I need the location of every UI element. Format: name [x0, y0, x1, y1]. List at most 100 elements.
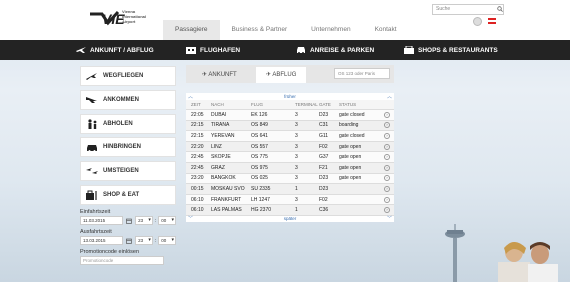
transfer-icon — [86, 167, 98, 174]
cell-flight: OS 557 — [251, 143, 268, 150]
sidebar-item-ankommen[interactable]: ANKOMMEN — [80, 89, 176, 110]
table-row[interactable]: 22:45 GRAZ OS 975 3 F21 gate open › — [186, 161, 394, 173]
landing-icon — [86, 97, 97, 104]
cell-time: 22:15 — [191, 132, 204, 139]
later-button[interactable]: ﹀ später ﹀ — [186, 214, 394, 222]
table-row[interactable]: 23:20 BANGKOK OS 025 3 D23 gate open › — [186, 172, 394, 184]
cell-flight: OS 025 — [251, 175, 268, 182]
einfahrt-row: 11.03.2015 23 : 00 — [80, 216, 176, 226]
cell-dest: FRANKFURT — [211, 196, 242, 203]
search-icon[interactable] — [497, 6, 503, 12]
nav-ankunft-abflug[interactable]: ANKUNFT / ABFLUG — [76, 40, 154, 60]
tab-passagiere[interactable]: Passagiere — [163, 20, 220, 40]
details-button[interactable]: › — [381, 207, 393, 214]
cell-flight: HG 2370 — [251, 207, 272, 214]
later-label: später — [283, 216, 297, 222]
nav-label: SHOPS & RESTAURANTS — [418, 46, 498, 54]
austria-flag-icon[interactable] — [488, 18, 496, 24]
nav-flughafen[interactable]: FLUGHAFEN — [186, 40, 240, 60]
sidebar-item-umsteigen[interactable]: UMSTEIGEN — [80, 161, 176, 182]
search-input[interactable]: Suche — [432, 4, 504, 15]
cell-dest: LAS PALMAS — [211, 207, 242, 214]
cell-terminal: 3 — [295, 122, 298, 129]
calendar-icon[interactable] — [126, 238, 132, 244]
details-button[interactable]: › — [381, 111, 393, 118]
ausfahrt-date-input[interactable]: 13.03.2015 — [80, 236, 124, 246]
tab-label: ABFLUG — [272, 72, 297, 78]
details-button[interactable]: › — [381, 143, 393, 150]
details-button[interactable]: › — [381, 196, 393, 203]
einfahrt-hour-select[interactable]: 23 — [135, 216, 153, 226]
shop-icon — [404, 46, 414, 54]
nav-anreise-parken[interactable]: ANREISE & PARKEN — [296, 40, 374, 60]
time-separator: : — [154, 237, 157, 244]
cell-flight: OS 849 — [251, 122, 268, 129]
promo-code-input[interactable]: Promotioncode — [80, 255, 164, 265]
details-button[interactable]: › — [381, 185, 393, 192]
chevron-up-icon: ︿ — [386, 94, 392, 100]
details-button[interactable]: › — [381, 154, 393, 161]
cell-dest: DUBAI — [211, 111, 227, 118]
table-row[interactable]: 22:05 DUBAI EK 126 3 D23 gate closed › — [186, 109, 394, 120]
logo-sub-line: Airport — [122, 19, 136, 24]
details-button[interactable]: › — [381, 164, 393, 171]
column-header: FLUG — [251, 102, 264, 107]
table-row[interactable]: 22:15 TIRANA OS 849 3 C31 boarding › — [186, 119, 394, 131]
cell-dest: YEREVAN — [211, 132, 235, 139]
flight-search-input[interactable]: OS 123 oder Paris — [334, 68, 390, 79]
pickup-icon — [88, 118, 97, 129]
earlier-label: früher — [284, 94, 296, 99]
car-icon — [297, 47, 305, 54]
table-row[interactable]: 00:15 MOSKAU SVO SU 2335 1 D23 › — [186, 183, 394, 194]
einfahrt-minute-select[interactable]: 00 — [158, 216, 176, 226]
table-row[interactable]: 06:10 LAS PALMAS HG 2370 1 C36 › — [186, 204, 394, 215]
cell-terminal: 3 — [295, 196, 298, 203]
cell-dest: BANGKOK — [211, 175, 236, 182]
cell-status: gate open — [339, 143, 362, 150]
tab-ankunft[interactable]: ✈ ANKUNFT — [192, 67, 247, 83]
cell-terminal: 3 — [295, 132, 298, 139]
table-row[interactable]: 22:45 SKOPJE OS 775 3 G37 gate open › — [186, 151, 394, 162]
tab-kontakt[interactable]: Kontakt — [363, 20, 409, 40]
sidebar-item-shop-eat[interactable]: SHOP & EAT — [80, 184, 176, 205]
ausfahrt-minute-select[interactable]: 00 — [158, 236, 176, 246]
details-button[interactable]: › — [381, 122, 393, 129]
cell-time: 06:10 — [191, 207, 204, 214]
table-row[interactable]: 22:15 YEREVAN OS 641 3 G11 gate closed › — [186, 130, 394, 141]
cell-terminal: 3 — [295, 175, 298, 182]
cell-status: boarding — [339, 122, 359, 129]
table-row[interactable]: 06:10 FRANKFURT LH 1247 3 F02 › — [186, 193, 394, 205]
tab-business-partner[interactable]: Business & Partner — [220, 20, 300, 40]
tab-unternehmen[interactable]: Unternehmen — [299, 20, 362, 40]
earlier-button[interactable]: ︿ früher ︿ — [186, 93, 394, 100]
table-row[interactable]: 22:20 LINZ OS 557 3 F02 gate open › — [186, 140, 394, 152]
ausfahrt-hour-select[interactable]: 23 — [135, 236, 153, 246]
sidebar-item-abholen[interactable]: ABHOLEN — [80, 113, 176, 134]
logo-subtitle: Vienna International Airport — [122, 9, 146, 24]
cell-status: gate open — [339, 164, 362, 171]
nav-shops-restaurants[interactable]: SHOPS & RESTAURANTS — [404, 40, 498, 60]
promo-label: Promotioncode einlösen — [80, 248, 140, 255]
chevron-right-icon: › — [384, 196, 390, 203]
details-button[interactable]: › — [381, 132, 393, 139]
top-bar: VIE Vienna International Airport Passagi… — [0, 0, 570, 40]
cell-dest: SKOPJE — [211, 154, 231, 161]
chevron-right-icon: › — [384, 111, 390, 118]
cell-dest: TIRANA — [211, 122, 230, 129]
details-button[interactable]: › — [381, 175, 393, 182]
einfahrt-date-input[interactable]: 11.03.2015 — [80, 216, 124, 226]
language-icon[interactable] — [473, 17, 482, 26]
sidebar-item-wegfliegen[interactable]: WEGFLIEGEN — [80, 66, 176, 86]
chevron-right-icon: › — [384, 132, 390, 139]
cell-time: 06:10 — [191, 196, 204, 203]
tab-abflug[interactable]: ✈ ABFLUG — [256, 67, 307, 83]
sidebar-item-label: ABHOLEN — [103, 120, 133, 127]
column-header: TERMINAL — [295, 102, 318, 107]
sidebar-item-hinbringen[interactable]: HINBRINGEN — [80, 137, 176, 158]
chevron-right-icon: › — [384, 164, 390, 171]
calendar-icon[interactable] — [126, 218, 132, 224]
cell-flight: SU 2335 — [251, 185, 271, 192]
cell-dest: MOSKAU SVO — [211, 185, 245, 192]
chevron-right-icon: › — [384, 154, 390, 161]
column-header: STATUS — [339, 102, 357, 107]
